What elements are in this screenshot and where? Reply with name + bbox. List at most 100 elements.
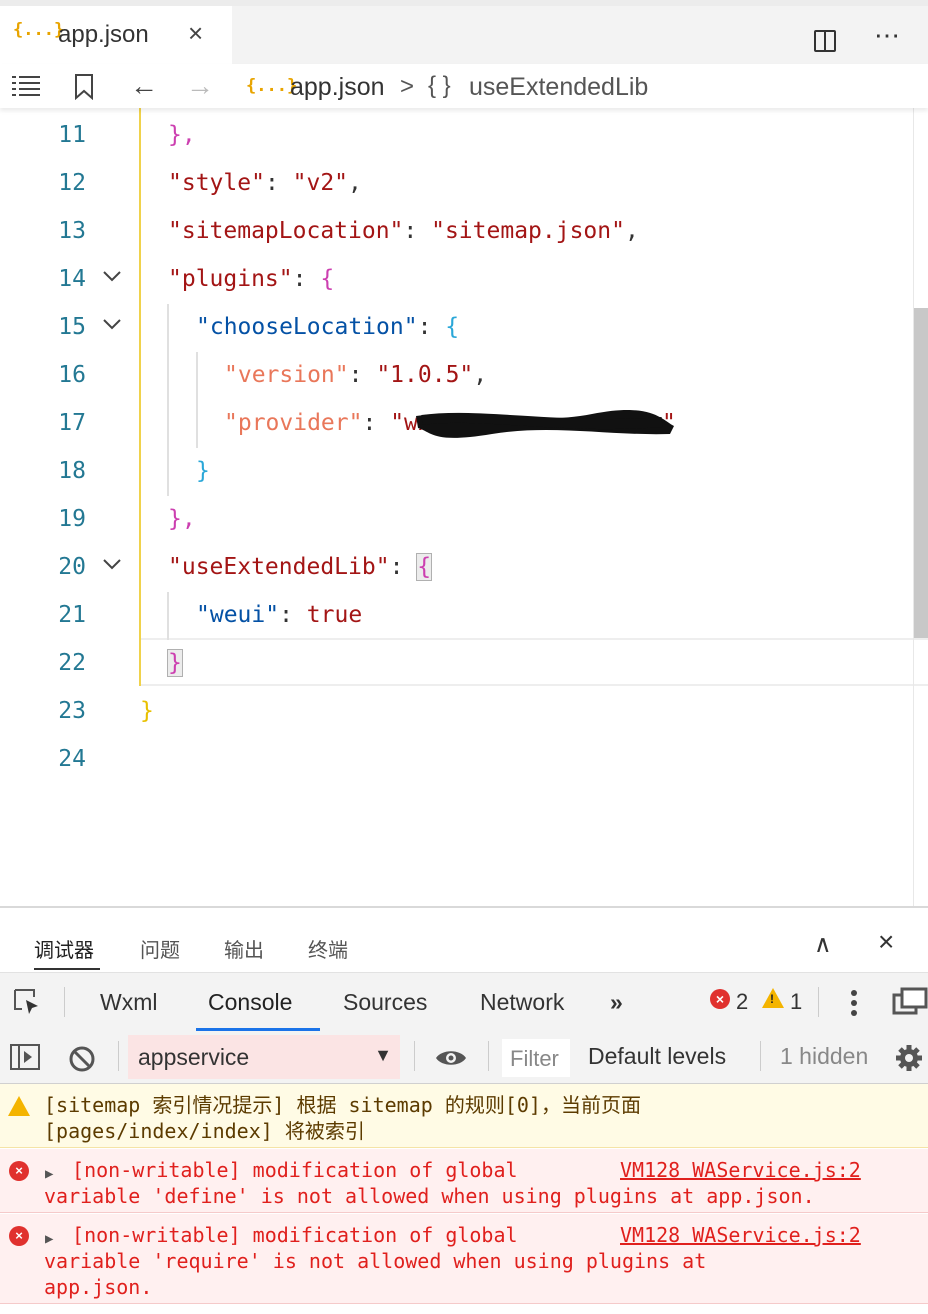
warning-count[interactable]: 1: [790, 989, 802, 1015]
more-actions-icon[interactable]: ⋯: [874, 20, 901, 51]
source-link[interactable]: VM128 WAService.js:2: [620, 1157, 861, 1183]
line-number: 15: [58, 314, 86, 340]
source-link[interactable]: VM128 WAService.js:2: [620, 1222, 861, 1248]
divider: [64, 987, 65, 1017]
line-number: 19: [58, 506, 86, 532]
indent-guide: [167, 304, 169, 496]
code-line: "provider": "wx: [224, 410, 432, 436]
gear-icon[interactable]: [894, 1043, 924, 1073]
inspect-element-icon[interactable]: [12, 987, 42, 1017]
tab-console[interactable]: Console: [208, 989, 292, 1016]
tab-debugger[interactable]: 调试器: [34, 934, 94, 963]
breadcrumb-file[interactable]: app.json: [290, 73, 385, 102]
code-line: "chooseLocation": {: [196, 314, 460, 340]
code-line: },: [168, 122, 196, 148]
console-filter-bar: appservice ▼ Filter Default levels 1 hid…: [0, 1031, 928, 1084]
error-icon: ×: [710, 989, 730, 1009]
tab-sources[interactable]: Sources: [343, 989, 427, 1016]
bottom-panel: 调试器 问题 输出 终端 ∧ × Wxml Console Sources Ne…: [0, 906, 928, 1314]
line-number: 12: [58, 170, 86, 196]
line-number: 11: [58, 122, 86, 148]
undock-icon[interactable]: [892, 987, 928, 1017]
message-line: [non-writable] modification of global: [60, 1158, 518, 1182]
sidebar-toggle-icon[interactable]: [10, 1043, 40, 1071]
tab-network[interactable]: Network: [480, 989, 564, 1016]
redaction-scribble: [416, 409, 674, 438]
tab-terminal[interactable]: 终端: [308, 934, 348, 963]
tab-problems[interactable]: 问题: [140, 934, 180, 963]
fold-chevron-icon[interactable]: [100, 316, 124, 332]
line-number: 20: [58, 554, 86, 580]
editor-tab-bar: {...} app.json × ⋯: [0, 6, 928, 64]
indent-guide: [139, 108, 141, 686]
tab-app-json[interactable]: {...} app.json ×: [0, 6, 232, 64]
bookmark-icon[interactable]: [74, 74, 94, 100]
code-line: "style": "v2",: [168, 170, 362, 196]
message-line: [pages/index/index] 将被索引: [44, 1119, 365, 1143]
breadcrumb: ← → {...} app.json > { } useExtendedLib: [0, 64, 928, 108]
divider: [488, 1041, 489, 1071]
eye-icon[interactable]: [434, 1047, 468, 1069]
code-editor[interactable]: 11 12 13 14 15 16 17 18 19 20 21 22 23 2…: [0, 108, 928, 906]
back-arrow-icon[interactable]: ←: [130, 70, 158, 102]
fold-chevron-icon[interactable]: [100, 268, 124, 284]
clear-console-icon[interactable]: [68, 1045, 96, 1073]
indent-guide: [196, 352, 198, 448]
more-tabs-icon[interactable]: »: [610, 989, 623, 1016]
line-number: 23: [58, 698, 86, 724]
warning-icon: !: [762, 988, 784, 1008]
line-number: 16: [58, 362, 86, 388]
close-tab-icon[interactable]: ×: [188, 18, 203, 49]
context-select[interactable]: appservice ▼: [128, 1035, 400, 1079]
divider: [118, 1041, 119, 1071]
line-number: 24: [58, 746, 86, 772]
divider: [818, 987, 819, 1017]
console-error-message[interactable]: × ▶ [non-writable] modification of globa…: [0, 1214, 928, 1304]
tab-output[interactable]: 输出: [224, 934, 264, 963]
code-line: "version": "1.0.5",: [224, 362, 488, 388]
code-line: }: [167, 649, 183, 677]
filter-placeholder: Filter: [510, 1046, 559, 1071]
editor-scrollbar[interactable]: [914, 308, 928, 638]
object-symbol-icon: { }: [428, 72, 451, 99]
code-line: "sitemapLocation": "sitemap.json",: [168, 218, 639, 244]
tab-wxml[interactable]: Wxml: [100, 989, 157, 1016]
tab-label: app.json: [58, 21, 149, 48]
forward-arrow-icon[interactable]: →: [186, 70, 214, 102]
devtools-tab-bar: Wxml Console Sources Network » × 2 ! 1: [0, 972, 928, 1032]
line-number: 21: [58, 602, 86, 628]
code-line: "plugins": {: [168, 266, 335, 292]
message-line: [non-writable] modification of global: [60, 1223, 518, 1247]
active-tab-underline: [34, 968, 100, 970]
indent-guide: [167, 592, 169, 640]
code-line: "useExtendedLib": {: [168, 553, 433, 581]
filter-input[interactable]: Filter: [502, 1039, 570, 1077]
error-count[interactable]: 2: [736, 989, 748, 1015]
divider: [760, 1041, 761, 1071]
message-line: app.json.: [44, 1275, 153, 1299]
dropdown-arrow-icon: ▼: [374, 1045, 392, 1065]
console-error-message[interactable]: × ▶ [non-writable] modification of globa…: [0, 1149, 928, 1213]
line-number: 13: [58, 218, 86, 244]
maximize-panel-icon[interactable]: ∧: [814, 930, 832, 959]
code-line: },: [168, 506, 196, 532]
divider: [414, 1041, 415, 1071]
kebab-menu-icon[interactable]: [848, 989, 860, 1017]
outline-list-icon[interactable]: [12, 76, 40, 96]
line-number: 18: [58, 458, 86, 484]
message-line: variable 'require' is not allowed when u…: [44, 1249, 707, 1273]
breadcrumb-symbol[interactable]: useExtendedLib: [469, 73, 648, 102]
log-levels-dropdown[interactable]: Default levels: [588, 1043, 726, 1070]
line-number: 14: [58, 266, 86, 292]
console-warning-message: [sitemap 索引情况提示] 根据 sitemap 的规则[0]，当前页面 …: [0, 1084, 928, 1148]
close-panel-icon[interactable]: ×: [878, 926, 894, 958]
split-editor-icon[interactable]: [814, 30, 836, 52]
code-line: "weui": true: [196, 602, 363, 628]
line-number: 17: [58, 410, 86, 436]
fold-chevron-icon[interactable]: [100, 556, 124, 572]
code-line: }: [140, 698, 154, 724]
context-select-value: appservice: [138, 1044, 250, 1070]
message-line: [sitemap 索引情况提示] 根据 sitemap 的规则[0]，当前页面: [44, 1093, 641, 1117]
line-number: 22: [58, 650, 86, 676]
json-file-icon: {...}: [13, 20, 65, 40]
